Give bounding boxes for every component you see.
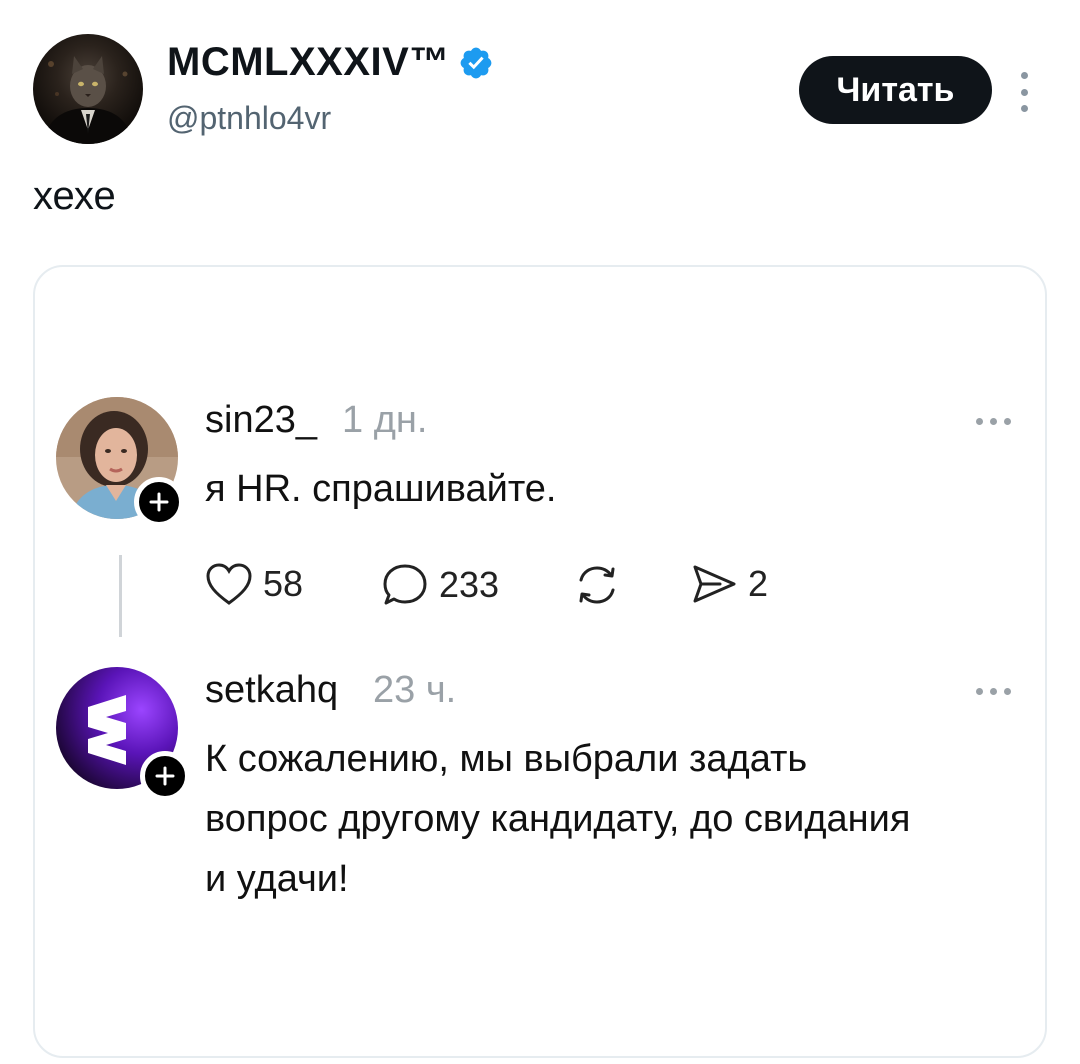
- author-handle[interactable]: @ptnhlo4vr: [167, 100, 331, 137]
- comment-bubble-icon: [383, 564, 427, 605]
- follow-plus-icon[interactable]: [134, 477, 184, 527]
- thread-line: [119, 555, 122, 637]
- tweet-text: хехе: [33, 174, 116, 218]
- post-username[interactable]: setkahq: [205, 669, 338, 712]
- author-avatar[interactable]: [33, 34, 143, 144]
- post-time: 1 дн.: [342, 399, 428, 441]
- follow-plus-icon[interactable]: [140, 751, 190, 801]
- reply-count: 233: [439, 564, 500, 605]
- reply-action[interactable]: 233: [381, 562, 499, 608]
- cat-in-suit-icon: [43, 56, 133, 144]
- follow-button[interactable]: Читать: [799, 56, 992, 124]
- post-text-line: и удачи!: [205, 858, 349, 900]
- author-display-name[interactable]: MCMLXXXIV™: [167, 40, 450, 85]
- post-more-icon[interactable]: [976, 418, 1011, 425]
- author-name[interactable]: MCMLXXXIV™: [167, 40, 494, 85]
- post-text-line: К сожалению, мы выбрали задать: [205, 738, 808, 780]
- like-action[interactable]: 58: [205, 562, 303, 606]
- more-vertical-icon[interactable]: [1016, 72, 1032, 112]
- post-more-icon[interactable]: [976, 688, 1011, 695]
- post-text: я HR. спрашивайте.: [205, 468, 557, 510]
- heart-icon: [206, 563, 252, 605]
- post-text-line: вопрос другому кандидату, до свидания: [205, 798, 911, 840]
- post-time: 23 ч.: [373, 669, 457, 711]
- post-username[interactable]: sin23_: [205, 399, 317, 442]
- send-icon: [693, 565, 736, 603]
- tweet-media-image[interactable]: sin23_ 1 дн. я HR. спрашивайте. 58 233 2…: [33, 265, 1047, 1058]
- tweet-page: MCMLXXXIV™ @ptnhlo4vr Читать хехе sin23_…: [0, 0, 1080, 1064]
- repost-icon: [579, 566, 615, 604]
- share-count: 2: [748, 563, 769, 604]
- like-count: 58: [263, 563, 304, 604]
- share-action[interactable]: 2: [690, 562, 768, 606]
- repost-action[interactable]: [571, 562, 623, 608]
- verified-badge-icon: [460, 47, 492, 78]
